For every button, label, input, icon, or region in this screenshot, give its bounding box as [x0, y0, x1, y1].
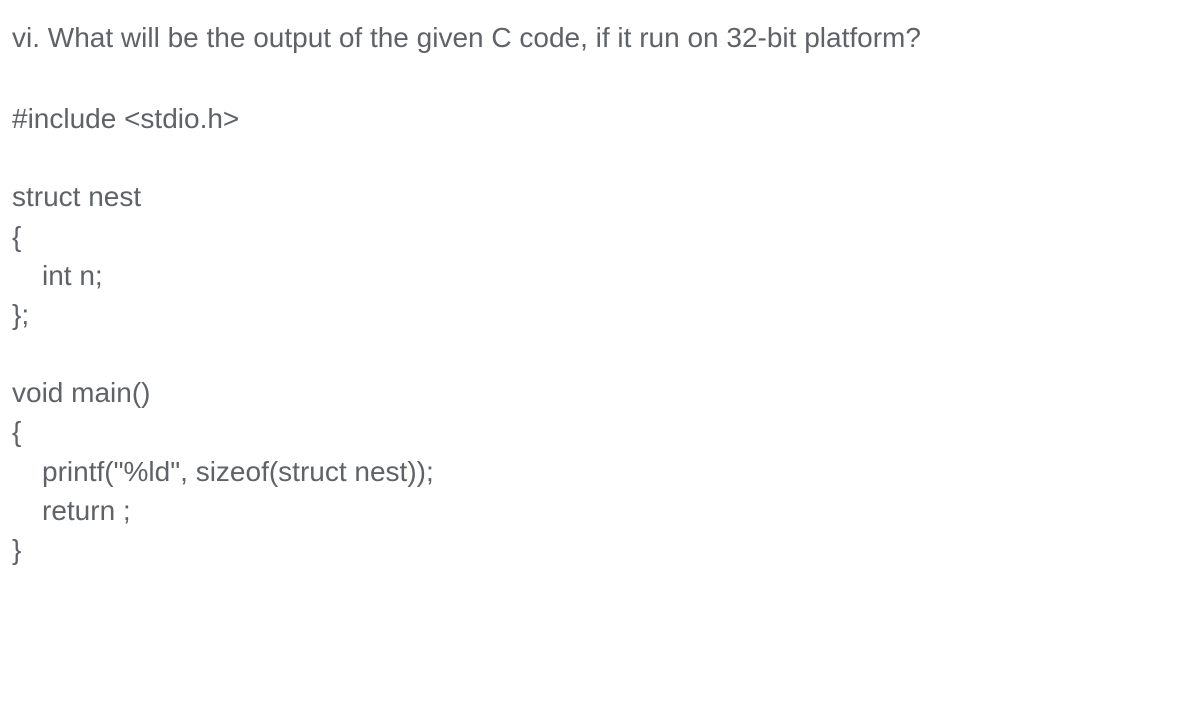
code-line-return: return ; [12, 491, 1188, 530]
blank-line [12, 138, 1188, 177]
code-line-member: int n; [12, 256, 1188, 295]
code-line-struct: struct nest [12, 177, 1188, 216]
code-line-printf: printf("%ld", sizeof(struct nest)); [12, 452, 1188, 491]
code-block: #include <stdio.h> struct nest { int n; … [12, 99, 1188, 569]
code-line-include: #include <stdio.h> [12, 99, 1188, 138]
blank-line [12, 334, 1188, 373]
code-line-open-brace-2: { [12, 412, 1188, 451]
code-line-open-brace-1: { [12, 217, 1188, 256]
code-line-main: void main() [12, 373, 1188, 412]
code-line-close-brace-1: }; [12, 295, 1188, 334]
code-line-close-brace-2: } [12, 530, 1188, 569]
question-text: vi. What will be the output of the given… [12, 18, 1188, 57]
